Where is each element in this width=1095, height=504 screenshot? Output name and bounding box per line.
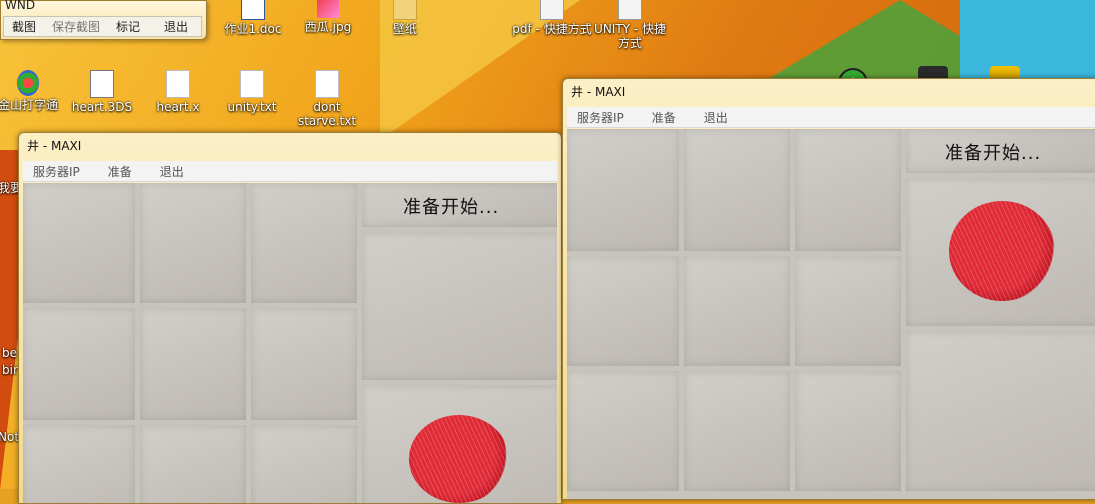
status-text: 准备开始...: [945, 143, 1042, 164]
3ds-file-icon: [90, 70, 114, 98]
desktop-icon-pdf-shortcut[interactable]: pdf - 快捷方式: [512, 0, 592, 36]
menu-ready[interactable]: 准备: [98, 163, 132, 180]
menu-screenshot[interactable]: 截图: [4, 18, 44, 35]
menu-server-ip[interactable]: 服务器IP: [567, 109, 624, 126]
folder-icon: [393, 0, 417, 20]
window-title: 井 - MAXI: [571, 85, 626, 99]
image-file-icon: [317, 0, 339, 18]
wnd-menubar: 截图 保存截图 标记 退出: [3, 16, 202, 37]
app-icon: [17, 70, 39, 96]
text-file-icon: [315, 70, 339, 98]
camera-view: 准备开始...: [23, 183, 557, 503]
shortcut-icon: [618, 0, 642, 20]
menu-save-screenshot[interactable]: 保存截图: [44, 18, 108, 35]
desktop-icon-dontstarve-txt[interactable]: dont starve.txt: [291, 70, 363, 128]
status-text: 准备开始...: [403, 197, 500, 218]
red-marker: [409, 415, 509, 503]
desktop-icon-3ds[interactable]: heart.3DS: [66, 70, 138, 114]
desktop-icon-doc[interactable]: 作业1.doc: [217, 0, 289, 36]
red-marker: [949, 201, 1055, 301]
desktop-icon-typing[interactable]: 金山打字通: [0, 70, 64, 112]
desktop-icon-x[interactable]: heart.x: [142, 70, 214, 114]
menu-ready[interactable]: 准备: [642, 109, 676, 126]
camera-view: 准备开始...: [567, 129, 1095, 499]
menu-exit[interactable]: 退出: [156, 18, 196, 35]
shortcut-icon: [540, 0, 564, 20]
text-file-icon: [240, 70, 264, 98]
menu-exit[interactable]: 退出: [694, 109, 728, 126]
desktop-icon-jpg[interactable]: 西瓜.jpg: [292, 0, 364, 34]
menu-server-ip[interactable]: 服务器IP: [23, 163, 80, 180]
maxi-window-right: 井 - MAXI 服务器IP 准备 退出 准备开始...: [562, 78, 1095, 500]
window-menubar: 服务器IP 准备 退出: [567, 107, 1095, 128]
maxi-window-left: 井 - MAXI 服务器IP 准备 退出 准备开始...: [18, 132, 562, 504]
window-title: 井 - MAXI: [27, 139, 82, 153]
file-icon: [166, 70, 190, 98]
menu-exit[interactable]: 退出: [150, 163, 184, 180]
desktop-icon-unity-txt[interactable]: unity.txt: [216, 70, 288, 114]
wnd-window: WND 截图 保存截图 标记 退出: [0, 0, 207, 40]
wnd-title: WND: [5, 0, 36, 12]
window-menubar: 服务器IP 准备 退出: [23, 161, 557, 182]
menu-mark[interactable]: 标记: [108, 18, 148, 35]
desktop-icon-unity-shortcut[interactable]: UNITY - 快捷方式: [590, 0, 670, 50]
word-doc-icon: [241, 0, 265, 20]
desktop-icon-wallpaper[interactable]: 壁纸: [369, 0, 441, 36]
